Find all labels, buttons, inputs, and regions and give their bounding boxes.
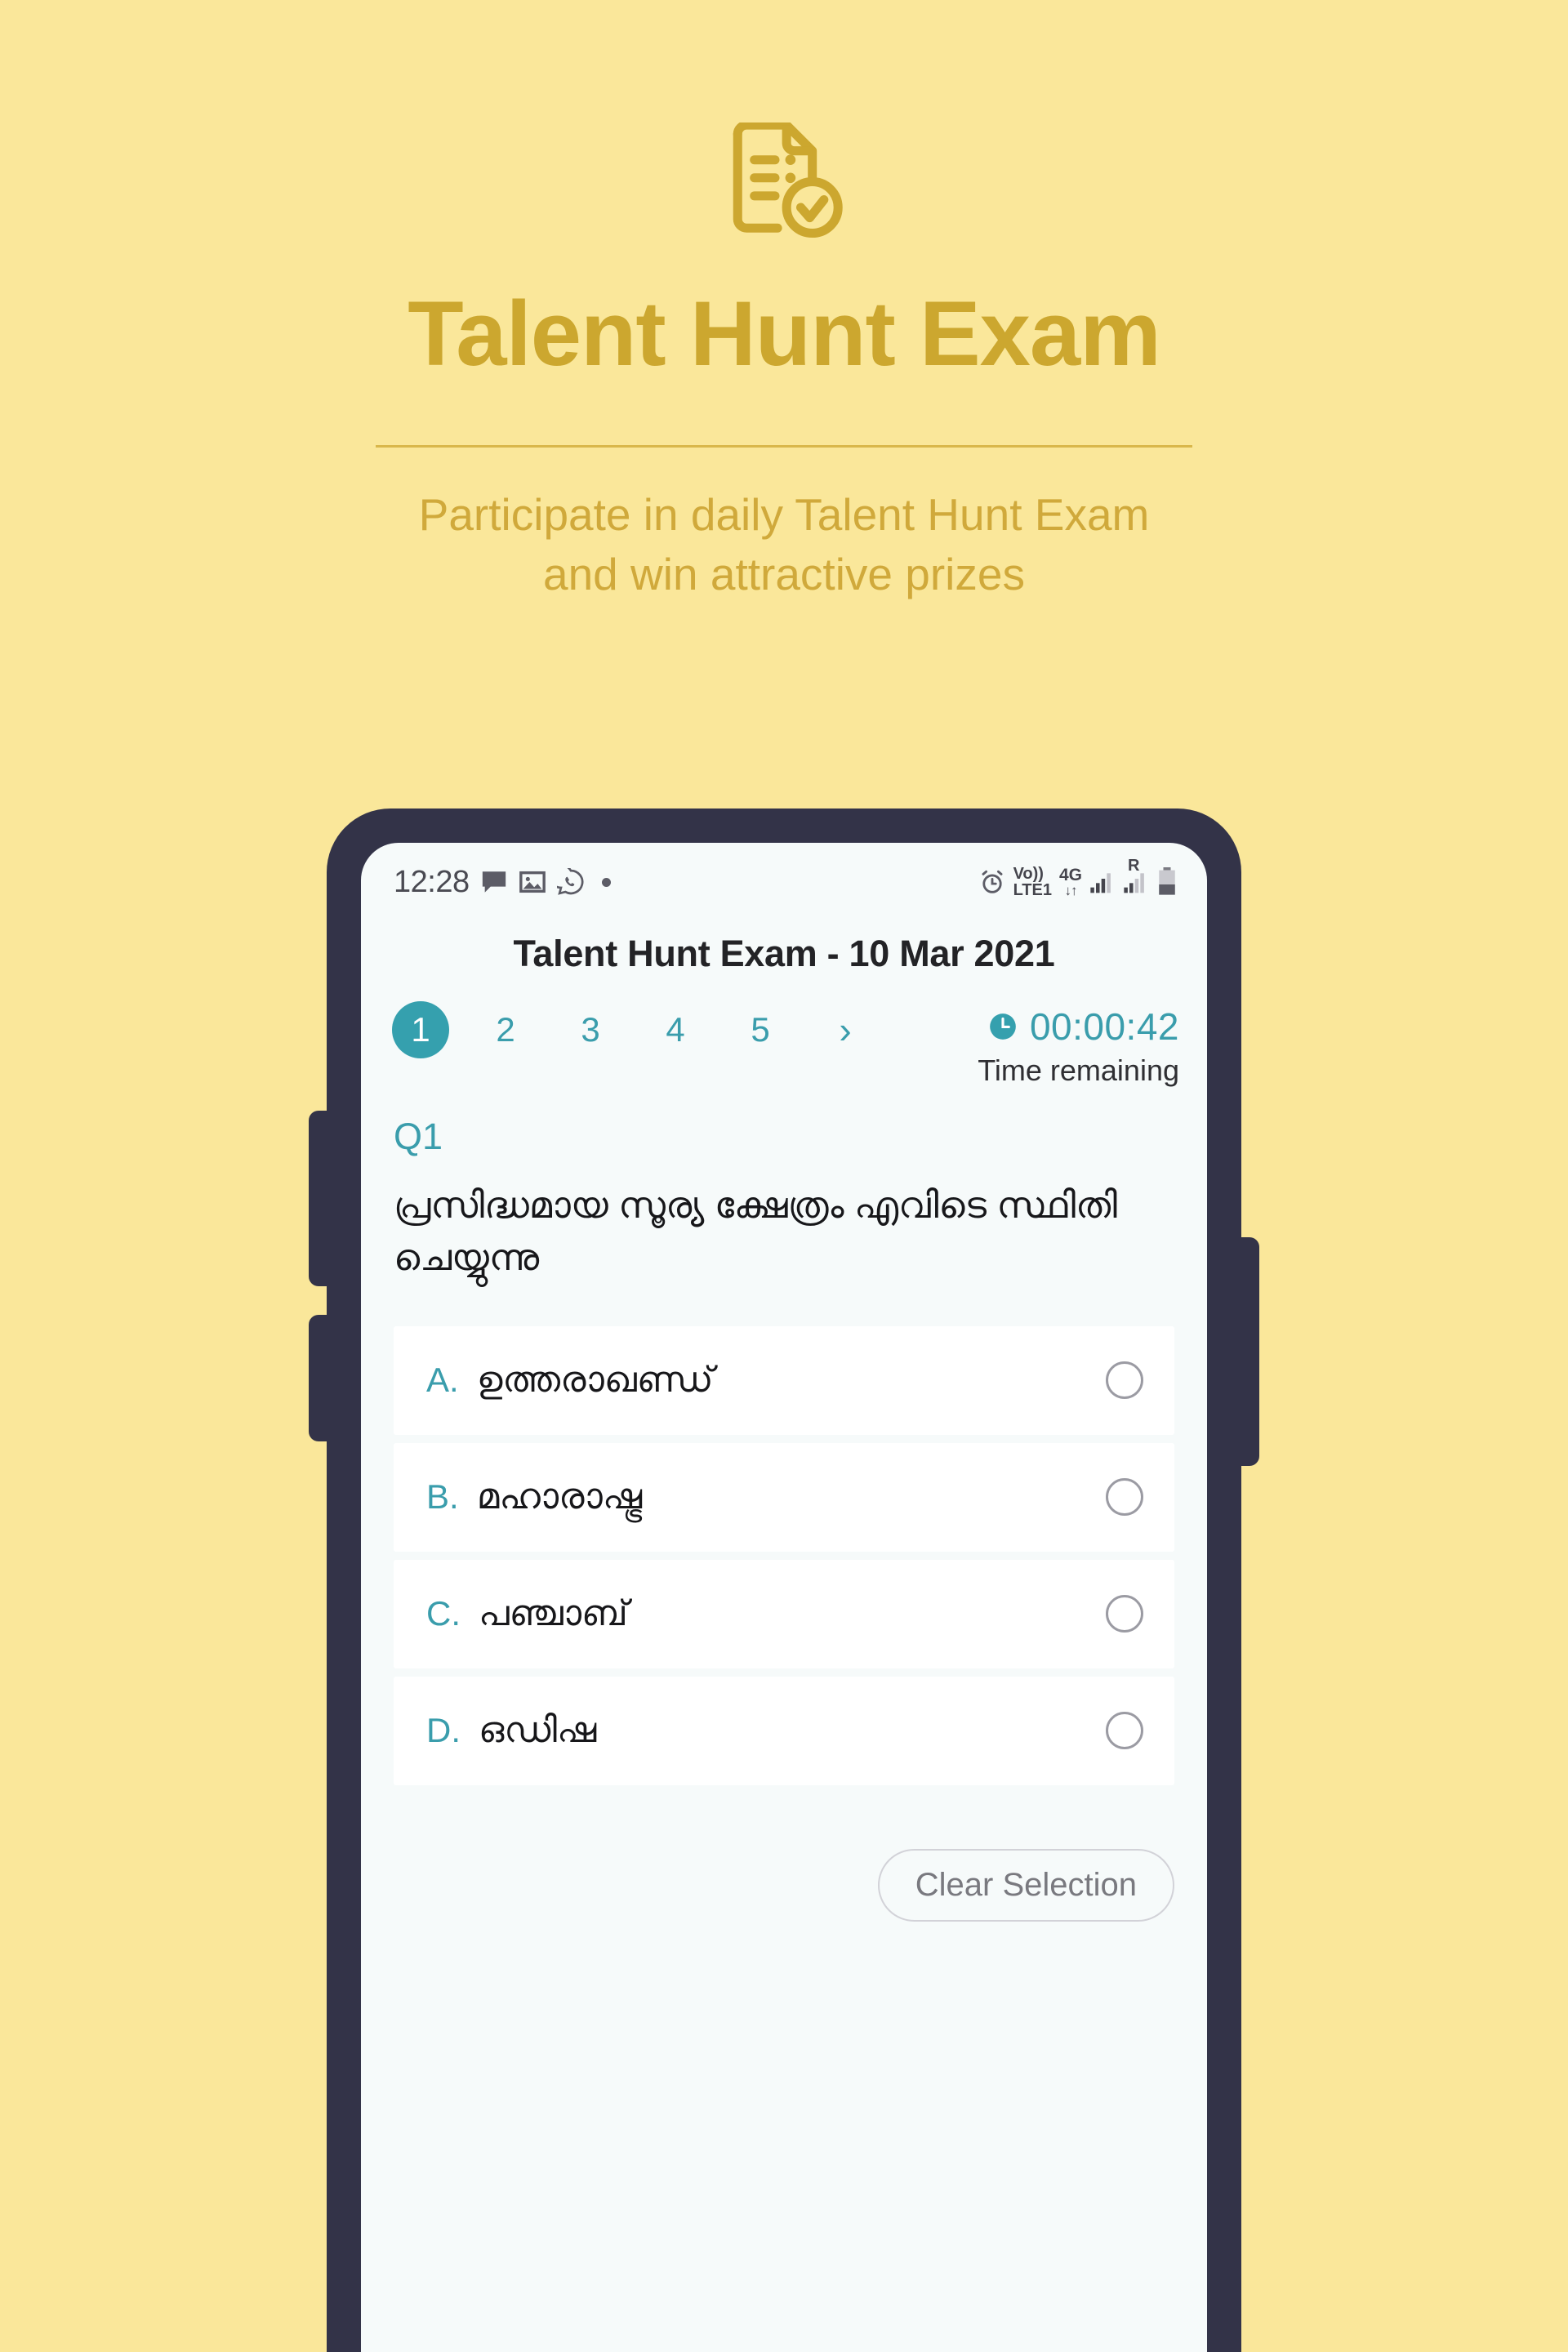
option-letter-b: B. [426,1477,459,1517]
option-radio-d[interactable] [1106,1712,1143,1750]
question-nav-row: 1 2 3 4 5 › 00:00:42 Time remaining [361,995,1207,1088]
message-bubble-icon [482,871,506,893]
clock-icon [990,1013,1016,1040]
question-pager: 1 2 3 4 5 › [392,1001,978,1058]
option-text-d: ഒഡിഷ [479,1710,597,1751]
pager-page-3[interactable]: 3 [562,1001,619,1058]
option-text-c: പഞ്ചാബ് [479,1593,628,1634]
promo-subtitle-line-2: and win attractive prizes [543,548,1025,599]
pager-page-2[interactable]: 2 [477,1001,534,1058]
option-radio-c[interactable] [1106,1595,1143,1633]
phone-screen: 12:28 Vo)) LTE1 4G ↓↑ R Talent Hunt Exam… [361,843,1207,2352]
whatsapp-icon [556,868,584,895]
promo-header: Talent Hunt Exam Participate in daily Ta… [0,0,1568,604]
promo-subtitle-line-1: Participate in daily Talent Hunt Exam [418,489,1150,540]
pager-next-button[interactable]: › [817,1001,874,1058]
app-title: Talent Hunt Exam - 10 Mar 2021 [513,933,1055,974]
option-letter-d: D. [426,1711,461,1750]
option-radio-a[interactable] [1106,1361,1143,1400]
timer-block: 00:00:42 Time remaining [978,1001,1179,1088]
roaming-label: R [1128,856,1140,875]
battery-icon [1159,867,1175,895]
status-bar-left: 12:28 [394,865,611,900]
timer-value: 00:00:42 [1029,1005,1179,1048]
network-4g-icon: 4G ↓↑ [1059,866,1082,898]
divider [376,445,1192,448]
signal-bars-icon [1090,873,1111,893]
option-letter-a: A. [426,1361,459,1400]
option-letter-c: C. [426,1594,461,1633]
document-check-icon [733,122,843,238]
option-text-b: മഹാരാഷ്ട്ര [476,1477,643,1517]
photo-icon [519,871,546,893]
alarm-icon [982,870,1003,893]
volte-label: Vo)) [1013,865,1044,883]
pager-page-1[interactable]: 1 [392,1001,449,1058]
status-bar-clock: 12:28 [394,864,470,899]
clear-selection-row: Clear Selection [361,1793,1207,1922]
data-arrows-icon: ↓↑ [1064,883,1077,898]
option-row-c[interactable]: C. പഞ്ചാബ് [394,1559,1174,1668]
network-label: 4G [1058,866,1082,884]
option-radio-b[interactable] [1106,1478,1143,1517]
option-text-a: ഉത്തരാഖണ്ഡ് [476,1360,714,1401]
status-bar-right: Vo)) LTE1 4G ↓↑ R [978,857,1178,898]
question-number: Q1 [394,1116,443,1157]
volte-icon: Vo)) LTE1 [1013,866,1052,898]
timer-label: Time remaining [978,1054,1179,1087]
clear-selection-button[interactable]: Clear Selection [877,1848,1174,1922]
page-title: Talent Hunt Exam [408,283,1161,385]
dot-icon [601,877,611,887]
lte-label: LTE1 [1013,881,1052,899]
volume-up-button[interactable] [309,1111,336,1286]
pager-page-5[interactable]: 5 [732,1001,789,1058]
phone-mockup: 12:28 Vo)) LTE1 4G ↓↑ R Talent Hunt Exam… [309,808,1259,2352]
option-row-d[interactable]: D. ഒഡിഷ [394,1676,1174,1785]
status-bar: 12:28 Vo)) LTE1 4G ↓↑ R [361,843,1207,906]
option-row-b[interactable]: B. മഹാരാഷ്ട്ര [394,1442,1174,1552]
option-list: A. ഉത്തരാഖണ്ഡ് B. മഹാരാഷ്ട്ര C. പഞ്ചാബ് … [361,1325,1207,1785]
volume-down-button[interactable] [309,1315,336,1441]
pager-page-4[interactable]: 4 [647,1001,704,1058]
power-button[interactable] [1232,1237,1259,1466]
option-row-a[interactable]: A. ഉത്തരാഖണ്ഡ് [394,1325,1174,1435]
question-text: പ്രസിദ്ധമായ സൂര്യ ക്ഷേത്രം എവിടെ സ്ഥിതി … [394,1184,1118,1278]
roaming-signal-icon: R [1123,857,1149,898]
promo-subtitle: Participate in daily Talent Hunt Exam an… [419,485,1150,604]
